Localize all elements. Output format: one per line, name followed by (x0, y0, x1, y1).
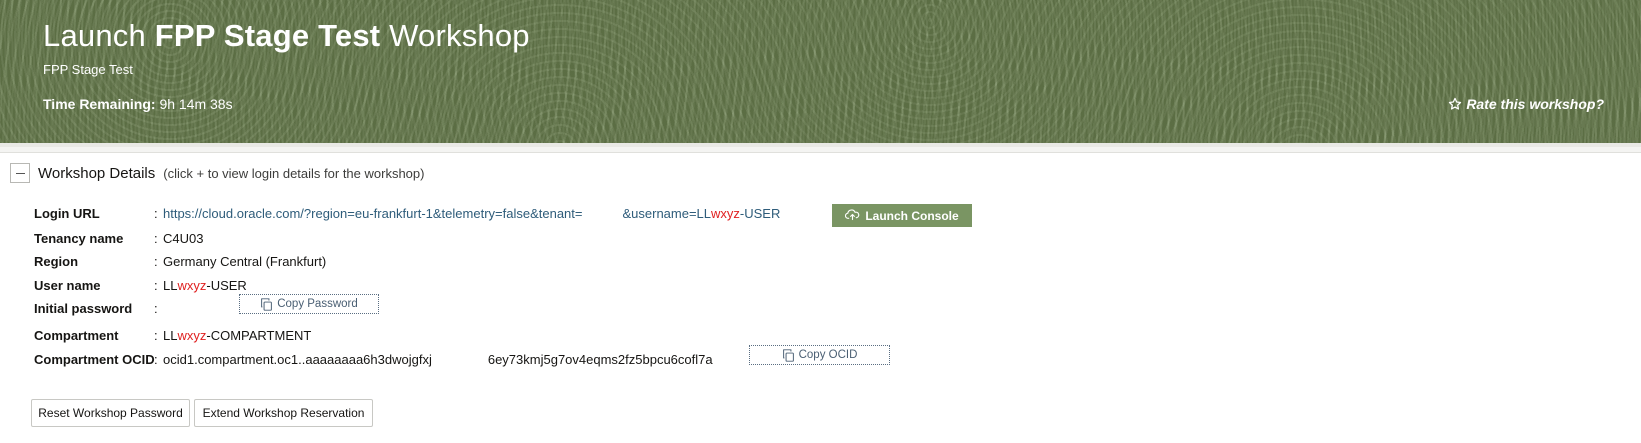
compartment-ocid-row: Compartment OCID : ocid1.compartment.oc1… (34, 352, 713, 367)
copy-password-label: Copy Password (277, 298, 358, 310)
copy-ocid-label: Copy OCID (798, 349, 858, 361)
compartment-label: Compartment (34, 328, 119, 343)
compartment-colon: : (154, 328, 158, 343)
user-name-colon: : (154, 278, 158, 293)
compartment-ocid-colon: : (154, 352, 158, 367)
compartment-redacted: wxyz (177, 328, 207, 343)
region-row: Region : Germany Central (Frankfurt) (34, 254, 326, 269)
reset-workshop-password-button[interactable]: Reset Workshop Password (31, 399, 190, 427)
login-url-label: Login URL (34, 206, 100, 221)
initial-password-label: Initial password (34, 301, 133, 316)
compartment-prefix: LL (163, 328, 178, 343)
user-name-prefix: LL (163, 278, 178, 293)
time-remaining-value: 9h 14m 38s (159, 96, 233, 112)
page-title: Launch FPP Stage Test Workshop (43, 18, 530, 54)
login-url-link[interactable]: https://cloud.oracle.com/?region=eu-fran… (163, 206, 780, 221)
compartment-suffix: -COMPARTMENT (206, 328, 312, 343)
workshop-details-title: Workshop Details (38, 164, 156, 182)
workshop-banner: Launch FPP Stage Test Workshop FPP Stage… (0, 0, 1641, 147)
region-label: Region (34, 254, 79, 269)
rate-workshop-link[interactable]: Rate this workshop? (1448, 96, 1604, 112)
copy-icon (782, 348, 795, 362)
tenancy-colon: : (154, 231, 158, 246)
initial-password-row: Initial password : (34, 301, 163, 316)
collapse-toggle-button[interactable] (10, 163, 30, 183)
launch-console-label: Launch Console (865, 208, 959, 223)
workshop-details-header: Workshop Details (click + to view login … (10, 163, 424, 183)
user-name-label: User name (34, 278, 101, 293)
user-name-redacted: wxyz (177, 278, 207, 293)
region-colon: : (154, 254, 158, 269)
time-remaining-label: Time Remaining: (43, 96, 156, 112)
login-url-row: Login URL : https://cloud.oracle.com/?re… (34, 206, 780, 221)
cloud-icon (845, 208, 860, 224)
tenancy-row: Tenancy name : C4U03 (34, 231, 203, 246)
user-name-row: User name : LLwxyz-USER (34, 278, 247, 293)
login-url-part2[interactable]: &username=LL (622, 206, 711, 221)
rate-workshop-label: Rate this workshop? (1466, 96, 1604, 112)
launch-console-button[interactable]: Launch Console (832, 204, 972, 227)
star-outline-icon (1448, 97, 1462, 111)
extend-workshop-reservation-button[interactable]: Extend Workshop Reservation (194, 399, 373, 427)
login-url-redacted[interactable]: wxyz (711, 206, 740, 221)
compartment-value: LLwxyz-COMPARTMENT (163, 328, 311, 343)
region-value: Germany Central (Frankfurt) (163, 254, 327, 269)
title-workshop-name: FPP Stage Test (154, 18, 381, 53)
initial-password-colon: : (154, 301, 158, 316)
compartment-ocid-value: ocid1.compartment.oc1..aaaaaaaa6h3dwojgf… (163, 352, 713, 367)
compartment-ocid-part1: ocid1.compartment.oc1..aaaaaaaa6h3dwojgf… (163, 352, 432, 367)
tenancy-label: Tenancy name (34, 231, 124, 246)
copy-password-button[interactable]: Copy Password (239, 294, 379, 314)
user-name-value: LLwxyz-USER (163, 278, 247, 293)
login-url-colon: : (154, 206, 158, 221)
time-remaining: Time Remaining: 9h 14m 38s (43, 96, 233, 112)
tenancy-value: C4U03 (163, 231, 204, 246)
copy-icon (260, 297, 273, 311)
compartment-ocid-label: Compartment OCID (34, 352, 155, 367)
copy-ocid-button[interactable]: Copy OCID (749, 345, 890, 365)
workshop-details-panel: Workshop Details (click + to view login … (0, 152, 1641, 443)
title-prefix: Launch (43, 18, 155, 53)
login-url-part1[interactable]: https://cloud.oracle.com/?region=eu-fran… (163, 206, 582, 221)
title-suffix: Workshop (380, 18, 530, 53)
login-url-part3[interactable]: -USER (740, 206, 780, 221)
user-name-suffix: -USER (206, 278, 247, 293)
workshop-subtitle: FPP Stage Test (43, 62, 133, 77)
workshop-details-hint: (click + to view login details for the w… (163, 165, 425, 181)
compartment-row: Compartment : LLwxyz-COMPARTMENT (34, 328, 311, 343)
compartment-ocid-part2: 6ey73kmj5g7ov4eqms2fz5bpcu6cofl7a (487, 352, 713, 367)
